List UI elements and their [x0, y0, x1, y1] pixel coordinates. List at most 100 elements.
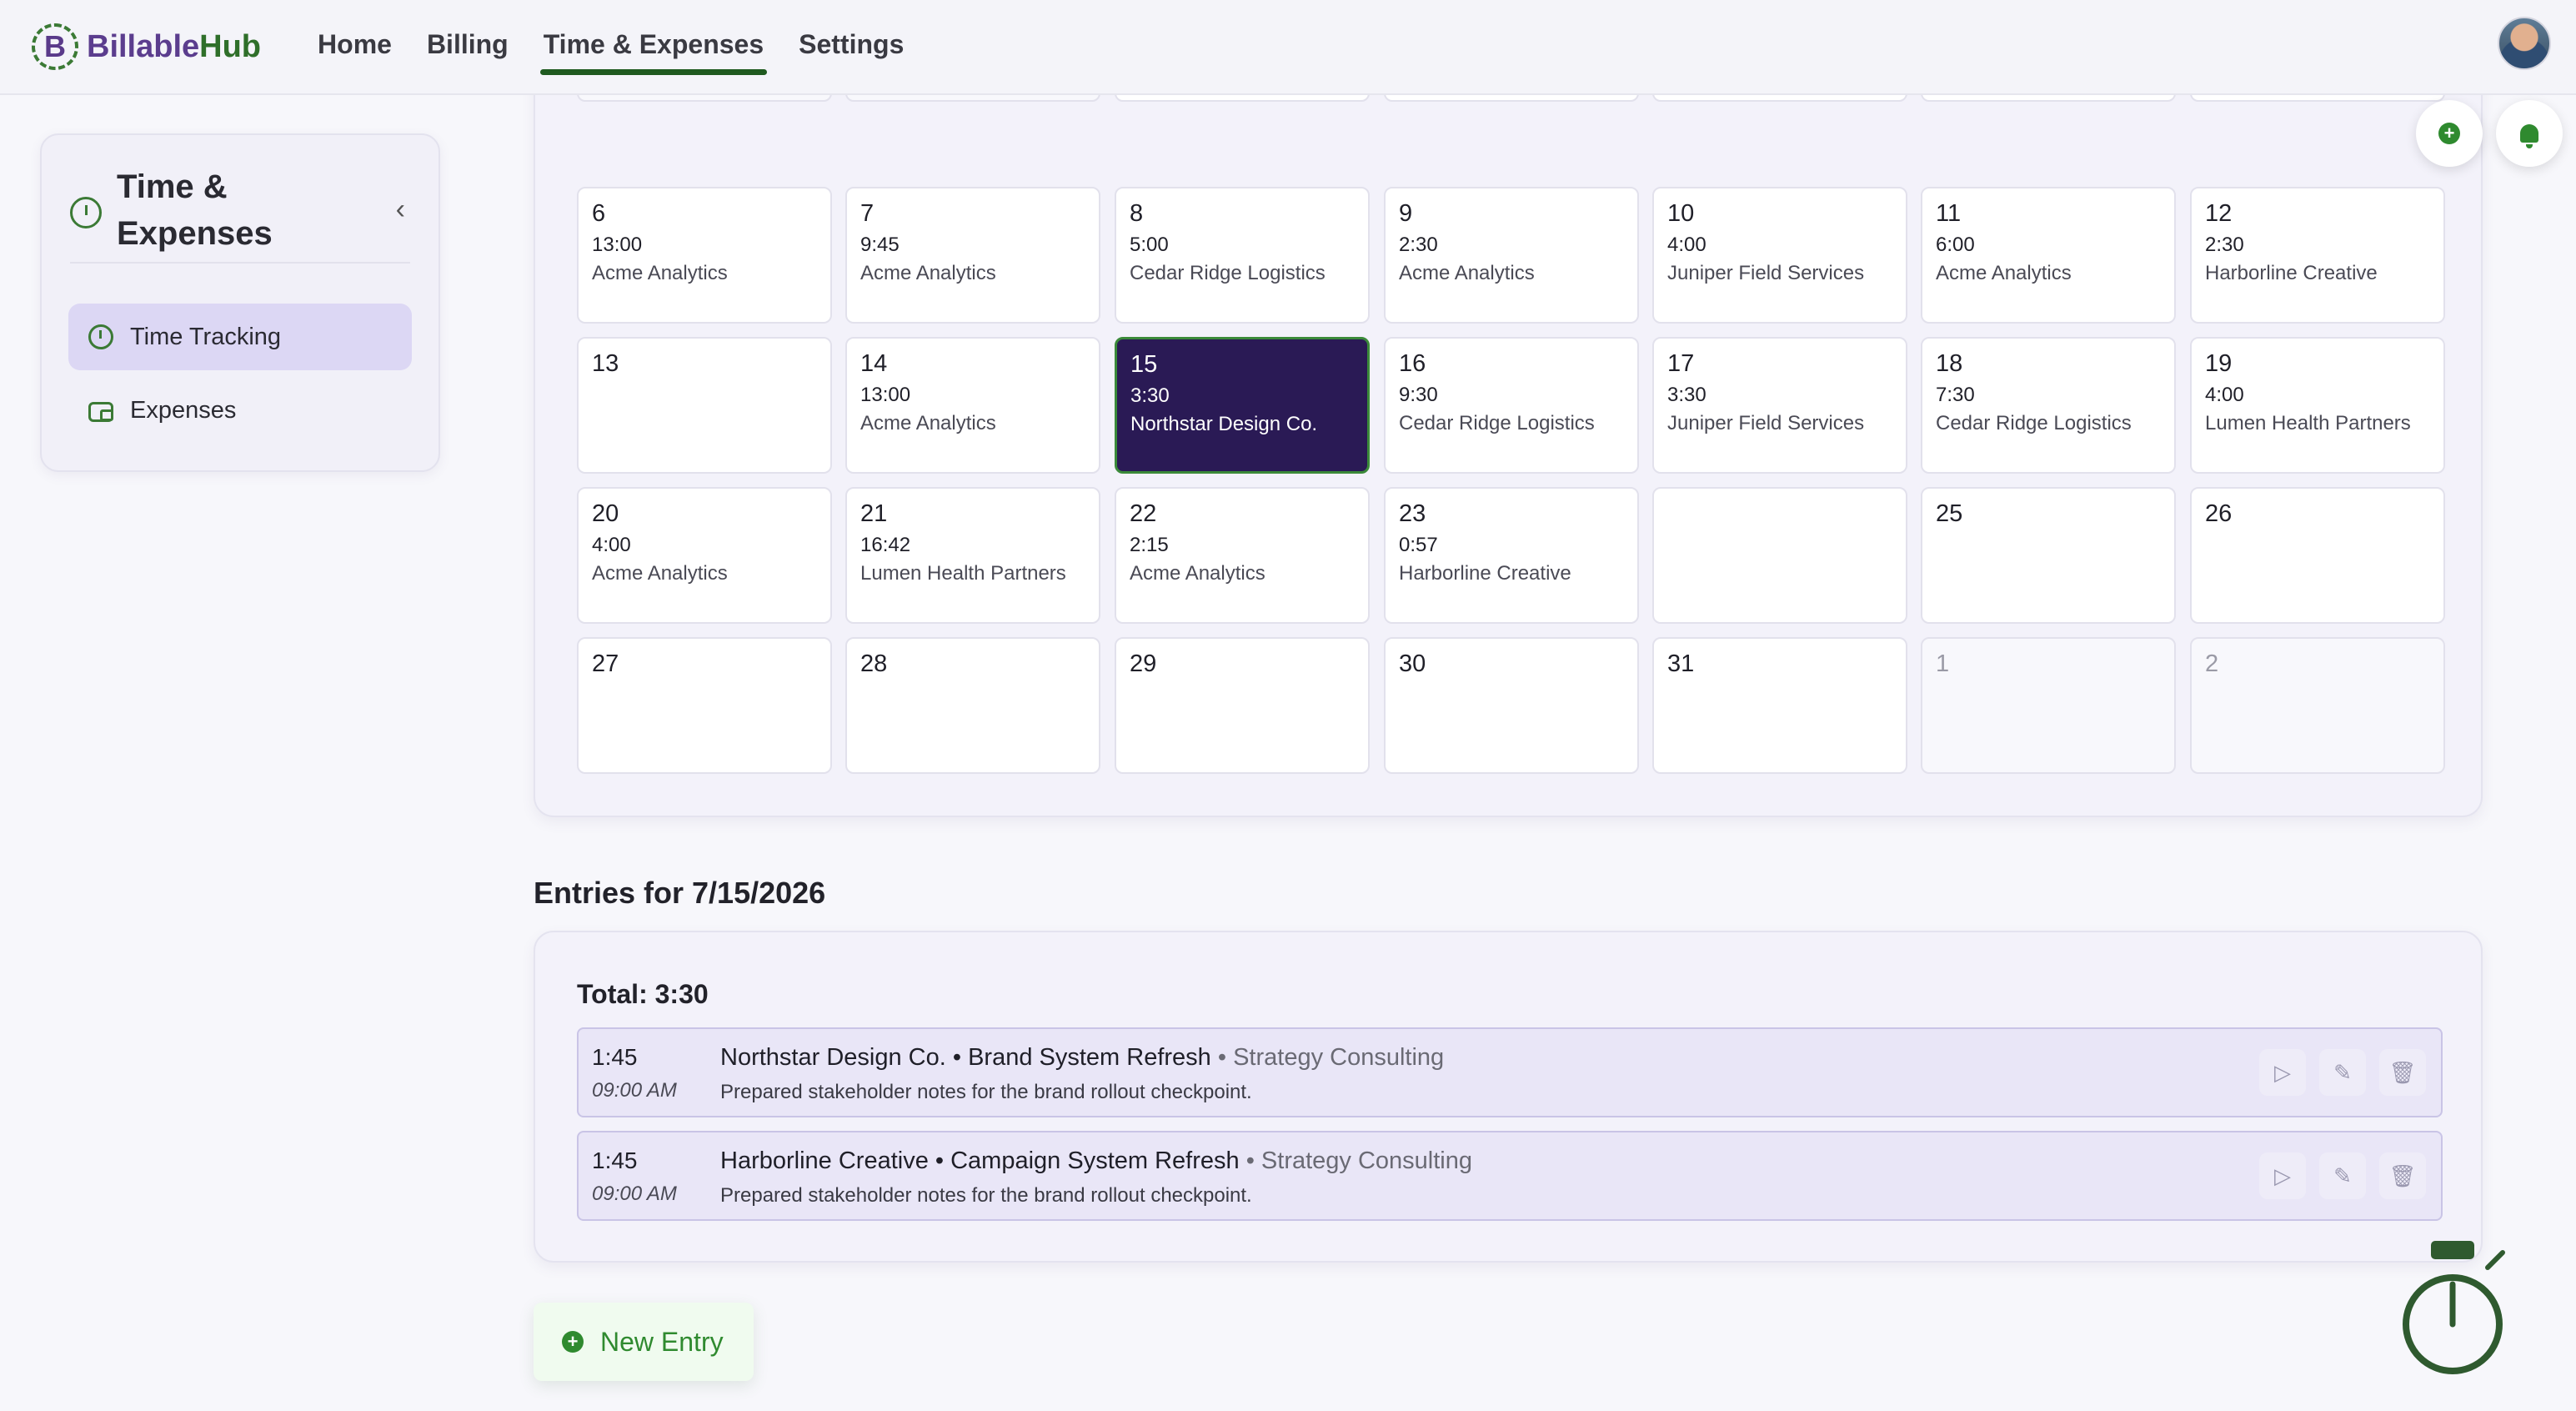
day-number: 1 [1936, 650, 1950, 677]
day-hours: 5:00 [1130, 233, 1169, 256]
day-number: 13 [592, 350, 619, 377]
entry-row[interactable]: 1:45 09:00 AM Northstar Design Co. • Bra… [577, 1027, 2443, 1117]
calendar-day[interactable]: 1 [1921, 637, 2176, 774]
day-hours: 3:30 [1130, 384, 1170, 407]
entry-time: 09:00 AM [592, 1079, 677, 1102]
calendar-day[interactable]: 25 [1921, 487, 2176, 624]
calendar-day[interactable]: 15 3:30 Northstar Design Co. [1115, 337, 1370, 474]
day-client: Acme Analytics [860, 412, 996, 434]
day-client: Acme Analytics [592, 262, 728, 284]
sidebar-item-expenses[interactable]: Expenses [68, 377, 412, 444]
day-hours: 4:00 [2205, 384, 2244, 406]
calendar-day[interactable]: 7 9:45 Acme Analytics [845, 187, 1100, 324]
day-hours: 13:00 [860, 384, 911, 406]
brand-name-first: Billable [87, 28, 200, 64]
calendar-day[interactable]: 11 6:00 Acme Analytics [1921, 187, 2176, 324]
day-number: 9 [1399, 200, 1413, 227]
calendar-day[interactable]: 31 [1652, 637, 1907, 774]
calendar-day[interactable]: 29 [1115, 637, 1370, 774]
day-number: 25 [1936, 500, 1963, 527]
day-hours: 2:15 [1130, 534, 1169, 556]
calendar-day[interactable]: 19 4:00 Lumen Health Partners [2190, 337, 2445, 474]
nav-time-expenses[interactable]: Time & Expenses [539, 29, 768, 75]
new-entry-button[interactable]: + New Entry [534, 1303, 754, 1381]
entry-service-separator: • [1210, 1044, 1234, 1071]
day-number: 18 [1936, 350, 1963, 377]
quick-add-button[interactable]: + [2416, 100, 2483, 167]
entries-heading: Entries for 7/15/2026 [534, 876, 826, 910]
calendar-day[interactable]: 30 [1384, 637, 1639, 774]
day-number: 12 [2205, 200, 2233, 227]
day-hours: 0:57 [1399, 534, 1438, 556]
entry-row[interactable]: 1:45 09:00 AM Harborline Creative • Camp… [577, 1131, 2443, 1221]
nav-home[interactable]: Home [318, 29, 392, 65]
calendar-day[interactable] [1652, 487, 1907, 624]
calendar-day[interactable]: 16 9:30 Cedar Ridge Logistics [1384, 337, 1639, 474]
day-hours: 4:00 [1667, 233, 1706, 256]
entry-service-separator: • [1239, 1147, 1261, 1174]
day-hours: 9:45 [860, 233, 900, 256]
calendar-day[interactable]: 9 2:30 Acme Analytics [1384, 187, 1639, 324]
entry-project: Campaign System Refresh [950, 1147, 1240, 1174]
day-number: 7 [860, 200, 875, 227]
entry-service: Strategy Consulting [1260, 1147, 1473, 1174]
day-hours: 13:00 [592, 233, 643, 256]
day-client: Juniper Field Services [1667, 412, 1865, 434]
entry-service: Strategy Consulting [1233, 1044, 1445, 1071]
day-number: 22 [1130, 500, 1157, 527]
calendar-panel: 3:00Northstar Design Co.12:00Northstar D… [534, 20, 2483, 817]
entry-client: Northstar Design Co. [720, 1044, 946, 1071]
calendar-day[interactable]: 28 [845, 637, 1100, 774]
brand-logo[interactable]: B BillableHub [32, 23, 261, 70]
play-icon[interactable]: ▷ [2259, 1152, 2306, 1199]
entry-note: Prepared stakeholder notes for the brand… [720, 1081, 1252, 1103]
edit-icon[interactable]: ✎ [2319, 1049, 2366, 1096]
day-number: 14 [860, 350, 888, 377]
nav-settings[interactable]: Settings [799, 29, 904, 65]
sidebar-item-time-tracking[interactable]: Time Tracking [68, 304, 412, 370]
day-number: 30 [1399, 650, 1426, 677]
day-number: 17 [1667, 350, 1695, 377]
calendar-day[interactable]: 13 [577, 337, 832, 474]
trash-icon[interactable]: 🗑 [2379, 1049, 2426, 1096]
sidebar-title: Time & Expenses [117, 168, 273, 252]
collapse-sidebar-icon[interactable]: ‹ [396, 193, 405, 226]
play-icon[interactable]: ▷ [2259, 1049, 2306, 1096]
calendar-day[interactable]: 22 2:15 Acme Analytics [1115, 487, 1370, 624]
day-client: Acme Analytics [1399, 262, 1535, 284]
calendar-day[interactable]: 18 7:30 Cedar Ridge Logistics [1921, 337, 2176, 474]
nav-billing[interactable]: Billing [427, 29, 509, 65]
calendar-day[interactable]: 6 13:00 Acme Analytics [577, 187, 832, 324]
entries-total: Total: 3:30 [577, 979, 709, 1009]
edit-icon[interactable]: ✎ [2319, 1152, 2366, 1199]
calendar-day[interactable]: 21 16:42 Lumen Health Partners [845, 487, 1100, 624]
calendar-day[interactable]: 23 0:57 Harborline Creative [1384, 487, 1639, 624]
calendar-day[interactable]: 14 13:00 Acme Analytics [845, 337, 1100, 474]
day-number: 28 [860, 650, 888, 677]
calendar-day[interactable]: 10 4:00 Juniper Field Services [1652, 187, 1907, 324]
calendar-day[interactable]: 12 2:30 Harborline Creative [2190, 187, 2445, 324]
calendar-day[interactable]: 26 [2190, 487, 2445, 624]
main-nav: Home Billing Time & Expenses Settings [318, 29, 939, 75]
bell-icon [2520, 124, 2538, 148]
entry-client: Harborline Creative [720, 1147, 929, 1174]
sidebar-item-label: Expenses [130, 396, 237, 424]
calendar-day[interactable]: 20 4:00 Acme Analytics [577, 487, 832, 624]
calendar-day[interactable]: 17 3:30 Juniper Field Services [1652, 337, 1907, 474]
calendar-day[interactable]: 8 5:00 Cedar Ridge Logistics [1115, 187, 1370, 324]
day-client: Acme Analytics [1936, 262, 2072, 284]
avatar[interactable] [2498, 17, 2551, 70]
entry-note: Prepared stakeholder notes for the brand… [720, 1184, 1252, 1207]
calendar-day[interactable]: 2 [2190, 637, 2445, 774]
calendar-day[interactable]: 27 [577, 637, 832, 774]
stopwatch-icon[interactable] [2401, 1241, 2518, 1383]
notifications-button[interactable] [2496, 100, 2563, 167]
entry-duration: 1:45 [592, 1044, 638, 1070]
entry-title: Harborline Creative • Campaign System Re… [720, 1147, 1472, 1175]
day-hours: 3:30 [1667, 384, 1706, 406]
day-hours: 9:30 [1399, 384, 1438, 406]
day-client: Harborline Creative [1399, 562, 1571, 585]
day-client: Juniper Field Services [1667, 262, 1865, 284]
trash-icon[interactable]: 🗑 [2379, 1152, 2426, 1199]
day-client: Acme Analytics [860, 262, 996, 284]
